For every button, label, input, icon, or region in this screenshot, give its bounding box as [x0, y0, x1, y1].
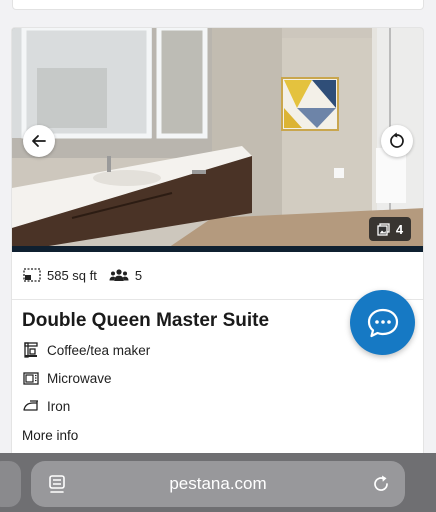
- arrow-left-icon: [32, 135, 46, 147]
- amenity-item: Iron: [23, 398, 70, 414]
- room-guests-label: 5: [134, 267, 143, 283]
- room-area: 585 sq ft: [23, 268, 97, 283]
- bathroom-photo-image: [12, 28, 423, 252]
- chat-button[interactable]: [350, 290, 415, 355]
- amenity-label: Iron: [47, 398, 71, 414]
- url-text: pestana.com: [169, 474, 267, 493]
- iron-icon: [23, 398, 39, 414]
- browser-toolbar: pestana.com: [0, 453, 436, 512]
- address-bar[interactable]: pestana.com: [31, 461, 405, 507]
- rotate-view-button[interactable]: [381, 125, 413, 157]
- reload-icon[interactable]: [371, 474, 391, 494]
- previous-tab-preview[interactable]: [0, 461, 21, 507]
- photo-count-badge[interactable]: 4: [369, 217, 411, 241]
- room-specs: 585 sq ft 5: [23, 264, 154, 286]
- gallery-icon: [377, 222, 390, 236]
- previous-photo-button[interactable]: [23, 125, 55, 157]
- amenity-item: Microwave: [23, 370, 112, 386]
- previous-card-edge: [12, 0, 424, 10]
- amenity-label: Microwave: [47, 370, 112, 386]
- photo-bottom-bar: [12, 246, 423, 252]
- chat-bubble-icon: [367, 308, 398, 337]
- photo-count-label: 4: [395, 221, 404, 237]
- room-card: 4 585 sq ft 5 Double Queen Master Suite: [11, 27, 424, 457]
- microwave-icon: [23, 370, 39, 386]
- room-photo[interactable]: 4: [12, 28, 423, 252]
- more-info-link[interactable]: More info: [22, 428, 78, 443]
- rotate-icon: [390, 132, 404, 148]
- amenity-item: Coffee/tea maker: [23, 342, 150, 358]
- room-size-icon: [23, 268, 41, 282]
- room-area-label: 585 sq ft: [47, 267, 97, 283]
- amenity-label: Coffee/tea maker: [47, 342, 151, 358]
- coffee-maker-icon: [23, 342, 39, 358]
- room-guests: 5: [109, 268, 142, 283]
- room-title: Double Queen Master Suite: [22, 310, 270, 331]
- guests-icon: [109, 269, 129, 281]
